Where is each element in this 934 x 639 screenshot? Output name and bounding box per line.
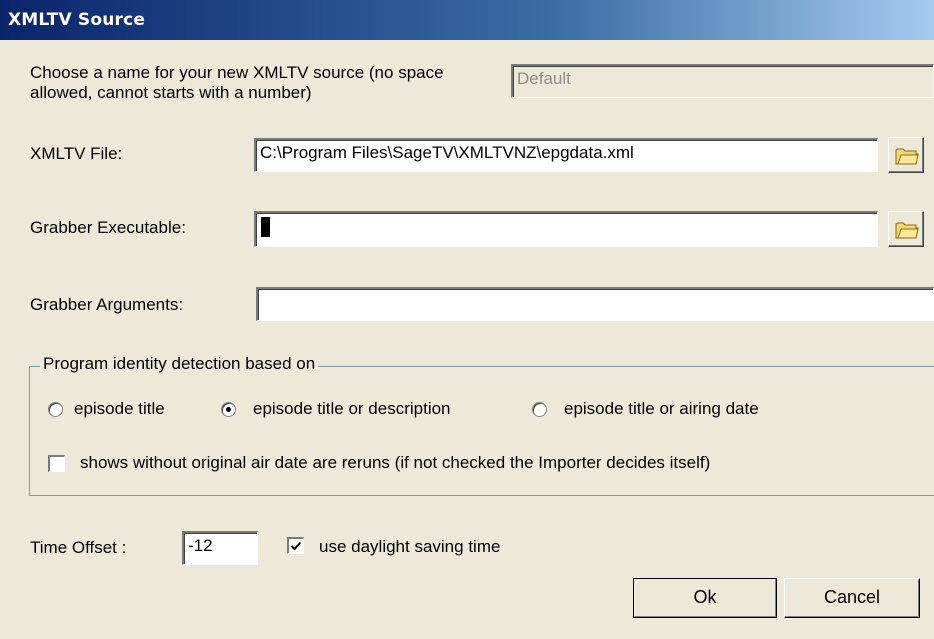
grabber-arguments-input[interactable]	[256, 287, 934, 321]
checkmark-icon	[290, 541, 302, 551]
text-caret	[261, 216, 270, 237]
identity-detection-legend: Program identity detection based on	[40, 353, 319, 375]
radio-episode-title[interactable]	[48, 402, 63, 417]
xmltv-file-label: XMLTV File:	[30, 144, 123, 163]
radio-episode-title-or-description-label[interactable]: episode title or description	[253, 399, 451, 419]
time-offset-input[interactable]: -12	[182, 531, 258, 565]
ok-button[interactable]: Ok	[633, 578, 777, 618]
radio-episode-title-label[interactable]: episode title	[74, 399, 165, 419]
radio-episode-title-or-airing-date-label[interactable]: episode title or airing date	[564, 399, 759, 419]
window-title: XMLTV Source	[8, 10, 146, 30]
radio-episode-title-or-airing-date[interactable]	[532, 402, 547, 417]
xmltv-file-input[interactable]: C:\Program Files\SageTV\XMLTVNZ\epgdata.…	[254, 138, 878, 172]
grabber-executable-label: Grabber Executable:	[30, 218, 186, 237]
folder-icon	[895, 148, 919, 165]
folder-icon	[895, 222, 919, 239]
grabber-executable-input[interactable]	[254, 211, 878, 247]
reruns-checkbox[interactable]	[48, 455, 65, 472]
grabber-arguments-label: Grabber Arguments:	[30, 295, 184, 314]
source-name-label: Choose a name for your new XMLTV source …	[30, 63, 444, 102]
source-name-field: Default	[511, 64, 934, 98]
identity-detection-group	[29, 366, 934, 496]
xmltv-file-browse-button[interactable]	[888, 137, 924, 173]
grabber-executable-browse-button[interactable]	[888, 211, 924, 247]
xmltv-source-dialog: XMLTV Source Choose a name for your new …	[0, 0, 934, 639]
time-offset-label: Time Offset :	[30, 538, 127, 557]
daylight-saving-checkbox[interactable]	[287, 537, 304, 554]
radio-episode-title-or-description[interactable]	[221, 402, 236, 417]
cancel-button[interactable]: Cancel	[784, 578, 920, 618]
radio-selected-dot	[226, 407, 231, 412]
title-bar[interactable]: XMLTV Source	[0, 0, 934, 40]
reruns-checkbox-label[interactable]: shows without original air date are reru…	[80, 453, 710, 473]
daylight-saving-label[interactable]: use daylight saving time	[319, 537, 500, 557]
